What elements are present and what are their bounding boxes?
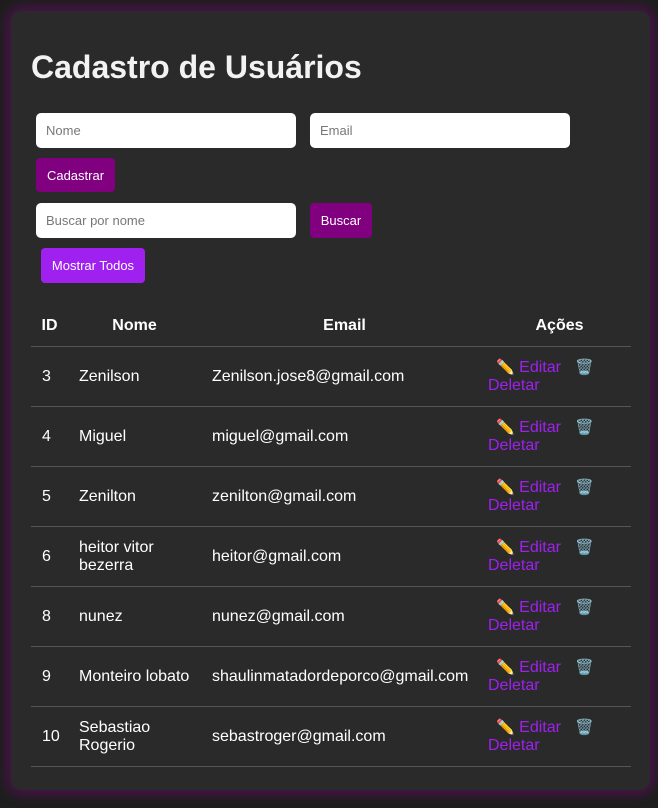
table-row: 3 Zenilson Zenilson.jose8@gmail.com ✏️ Edit…	[31, 346, 631, 407]
edit-button[interactable]: Editar	[519, 539, 561, 556]
cell-id: 8	[31, 586, 68, 647]
cell-email: sebastroger@gmail.com	[201, 706, 488, 767]
header-email: Email	[201, 306, 488, 347]
cell-name: heitor vitor bezerra	[68, 526, 201, 587]
email-input[interactable]	[310, 113, 570, 148]
pencil-icon: ✏️	[496, 718, 515, 736]
register-button[interactable]: Cadastrar	[36, 158, 115, 192]
table-body: 3 Zenilson Zenilson.jose8@gmail.com ✏️ Edit…	[31, 346, 631, 767]
search-input[interactable]	[36, 203, 296, 238]
table-row: 8 nunez nunez@gmail.com ✏️ Editar 🗑️ Deletar	[31, 586, 631, 647]
pencil-icon: ✏️	[496, 538, 515, 556]
pencil-icon: ✏️	[496, 478, 515, 496]
delete-button[interactable]: Deletar	[488, 737, 540, 754]
delete-button[interactable]: Deletar	[488, 377, 540, 394]
cell-actions: ✏️ Editar 🗑️ Deletar	[488, 646, 631, 707]
trash-icon: 🗑️	[574, 718, 594, 736]
cell-name: nunez	[68, 586, 201, 647]
delete-button[interactable]: Deletar	[488, 557, 540, 574]
trash-icon: 🗑️	[574, 658, 594, 676]
delete-button[interactable]: Deletar	[488, 497, 540, 514]
table-row: 6 heitor vitor bezerra heitor@gmail.com ✏️ …	[31, 526, 631, 587]
edit-button[interactable]: Editar	[519, 659, 561, 676]
pencil-icon: ✏️	[496, 418, 515, 436]
cell-actions: ✏️ Editar 🗑️ Deletar	[488, 706, 631, 767]
users-table: ID Nome Email Ações 3 Zenilson Zenilson.jo…	[31, 306, 631, 767]
cell-id: 10	[31, 706, 68, 767]
cell-id: 6	[31, 526, 68, 587]
table-row: 10 Sebastiao Rogerio sebastroger@gmail.com…	[31, 706, 631, 767]
cell-name: Zenilson	[68, 346, 201, 407]
delete-button[interactable]: Deletar	[488, 437, 540, 454]
edit-button[interactable]: Editar	[519, 359, 561, 376]
cell-actions: ✏️ Editar 🗑️ Deletar	[488, 586, 631, 647]
delete-button[interactable]: Deletar	[488, 677, 540, 694]
cell-id: 3	[31, 346, 68, 407]
cell-email: nunez@gmail.com	[201, 586, 488, 647]
trash-icon: 🗑️	[574, 538, 594, 556]
cell-email: zenilton@gmail.com	[201, 466, 488, 527]
table-row: 5 Zenilton zenilton@gmail.com ✏️ Editar 🗑️ De…	[31, 466, 631, 527]
cell-id: 5	[31, 466, 68, 527]
cell-name: Monteiro lobato	[68, 646, 201, 707]
edit-button[interactable]: Editar	[519, 719, 561, 736]
pencil-icon: ✏️	[496, 598, 515, 616]
cell-actions: ✏️ Editar 🗑️ Deletar	[488, 346, 631, 407]
trash-icon: 🗑️	[574, 598, 594, 616]
page-title: Cadastro de Usuários	[31, 49, 362, 85]
cell-email: heitor@gmail.com	[201, 526, 488, 587]
header-id: ID	[31, 306, 68, 347]
edit-button[interactable]: Editar	[519, 419, 561, 436]
trash-icon: 🗑️	[574, 358, 594, 376]
cell-id: 4	[31, 406, 68, 467]
pencil-icon: ✏️	[496, 658, 515, 676]
search-button[interactable]: Buscar	[310, 203, 372, 238]
cell-email: shaulinmatadordeporco@gmail.com	[201, 646, 488, 707]
cell-id: 9	[31, 646, 68, 707]
trash-icon: 🗑️	[574, 418, 594, 436]
trash-icon: 🗑️	[574, 478, 594, 496]
cell-actions: ✏️ Editar 🗑️ Deletar	[488, 466, 631, 527]
table-row: 4 Miguel miguel@gmail.com ✏️ Editar 🗑️ Deleta…	[31, 406, 631, 467]
header-actions: Ações	[488, 306, 631, 347]
pencil-icon: ✏️	[496, 358, 515, 376]
name-input[interactable]	[36, 113, 296, 148]
cell-actions: ✏️ Editar 🗑️ Deletar	[488, 526, 631, 587]
edit-button[interactable]: Editar	[519, 479, 561, 496]
delete-button[interactable]: Deletar	[488, 617, 540, 634]
cell-actions: ✏️ Editar 🗑️ Deletar	[488, 406, 631, 467]
header-name: Nome	[68, 306, 201, 347]
cell-email: miguel@gmail.com	[201, 406, 488, 467]
table-row: 9 Monteiro lobato shaulinmatadordeporco@gm…	[31, 646, 631, 707]
show-all-button[interactable]: Mostrar Todos	[41, 248, 145, 283]
cell-name: Sebastiao Rogerio	[68, 706, 201, 767]
cell-name: Zenilton	[68, 466, 201, 527]
cell-name: Miguel	[68, 406, 201, 467]
edit-button[interactable]: Editar	[519, 599, 561, 616]
cell-email: Zenilson.jose8@gmail.com	[201, 346, 488, 407]
table-header-row: ID Nome Email Ações	[31, 306, 631, 347]
